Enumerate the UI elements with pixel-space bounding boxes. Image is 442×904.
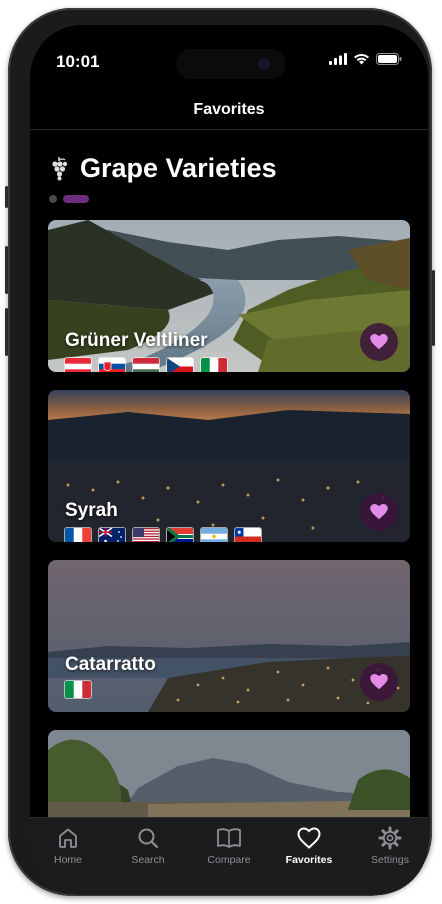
card-photo-coastal-town	[48, 560, 410, 712]
volume-down-button	[5, 308, 8, 356]
tab-home[interactable]: Home	[33, 826, 103, 866]
section-header: Grape Varieties	[50, 153, 277, 184]
favorite-card-gruner-veltliner[interactable]: Grüner Veltliner	[48, 220, 410, 372]
argentina-flag-icon	[201, 528, 227, 542]
phone-frame: 10:01 Favorites Grape Varieties Grüner V…	[5, 8, 435, 896]
magnifier-icon	[138, 828, 159, 849]
italy-flag-icon	[201, 358, 227, 372]
tab-label: Search	[131, 854, 165, 866]
volume-up-button	[5, 246, 8, 294]
gear-icon	[378, 826, 402, 850]
book-icon	[217, 828, 241, 848]
heart-filled-icon	[370, 504, 388, 520]
chile-flag-icon	[235, 528, 261, 542]
usa-flag-icon	[133, 528, 159, 542]
favorite-button[interactable]	[360, 323, 398, 361]
tab-label: Compare	[207, 854, 251, 866]
south-africa-flag-icon	[167, 528, 193, 542]
tab-search[interactable]: Search	[113, 826, 183, 866]
wifi-icon	[354, 53, 369, 65]
tab-bar: Home Search Compare Favorites Settings	[30, 817, 428, 895]
screen: 10:01 Favorites Grape Varieties Grüner V…	[30, 25, 428, 895]
tab-label: Favorites	[285, 854, 333, 866]
austria-flag-icon	[65, 358, 91, 372]
nav-divider	[30, 129, 428, 130]
france-flag-icon	[65, 528, 91, 542]
tab-label: Home	[53, 854, 82, 866]
section-title: Grape Varieties	[80, 153, 277, 183]
italy-flag-icon	[65, 681, 91, 698]
status-time: 10:01	[56, 52, 100, 71]
house-icon	[59, 828, 77, 848]
tab-compare[interactable]: Compare	[194, 826, 264, 866]
card-title: Catarratto	[65, 654, 156, 675]
slovakia-flag-icon	[99, 358, 125, 372]
card-title: Syrah	[65, 500, 118, 521]
action-button	[5, 186, 8, 208]
country-flags	[65, 681, 91, 698]
hungary-flag-icon	[133, 358, 159, 372]
heart-icon	[297, 827, 321, 849]
tab-settings[interactable]: Settings	[355, 826, 425, 866]
heart-filled-icon	[370, 674, 388, 690]
page-dot-1[interactable]	[49, 195, 57, 203]
dynamic-island	[176, 49, 286, 79]
favorite-button[interactable]	[360, 663, 398, 701]
nav-title: Favorites	[193, 101, 265, 118]
tab-label: Settings	[371, 854, 409, 866]
heart-filled-icon	[370, 334, 388, 350]
australia-flag-icon	[99, 528, 125, 542]
favorite-card-catarratto[interactable]: Catarratto	[48, 560, 410, 712]
battery-icon	[376, 53, 402, 65]
status-bar: 10:01	[30, 25, 428, 85]
page-dot-2[interactable]	[63, 195, 89, 203]
favorite-button[interactable]	[360, 493, 398, 531]
power-button	[432, 270, 435, 346]
card-title: Grüner Veltliner	[65, 330, 208, 351]
favorite-card-syrah[interactable]: Syrah	[48, 390, 410, 542]
page-indicator[interactable]	[49, 195, 89, 203]
cellular-signal-icon	[329, 53, 347, 65]
czech-republic-flag-icon	[167, 358, 193, 372]
grapes-icon	[52, 156, 68, 180]
tab-favorites[interactable]: Favorites	[274, 826, 344, 866]
country-flags	[65, 528, 261, 542]
country-flags	[65, 358, 227, 372]
